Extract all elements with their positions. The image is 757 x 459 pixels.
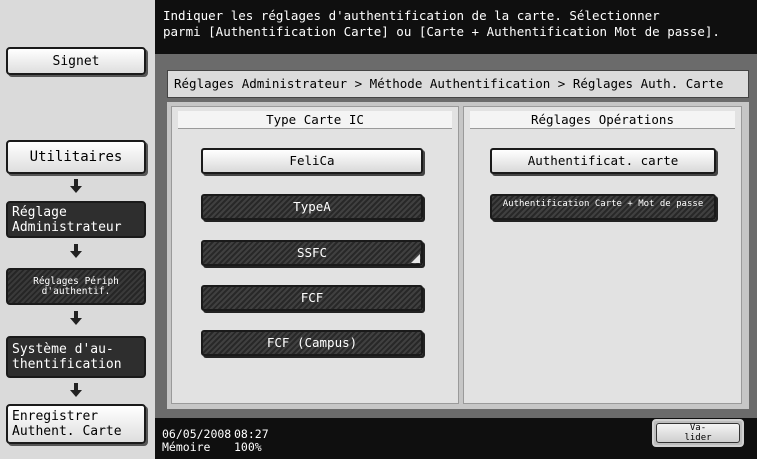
card-auth-button[interactable]: Authentificat. carte xyxy=(490,148,716,174)
card-password-auth-label: Authentification Carte + Mot de passe xyxy=(502,199,704,209)
arrow-down-icon xyxy=(70,383,82,397)
memory-label: Mémoire xyxy=(162,440,211,454)
card-password-auth-button[interactable]: Authentification Carte + Mot de passe xyxy=(490,194,716,220)
card-type-typea-label: TypeA xyxy=(293,199,331,214)
utilities-label: Utilitaires xyxy=(29,148,123,165)
validate-label-line2: lider xyxy=(684,433,712,443)
card-type-felica-button[interactable]: FeliCa xyxy=(201,148,423,174)
bookmark-button[interactable]: Signet xyxy=(6,47,146,75)
card-type-typea-button[interactable]: TypeA xyxy=(201,194,423,220)
validate-button-face: Va- lider xyxy=(656,423,740,443)
card-type-fcf-campus-label: FCF (Campus) xyxy=(266,335,358,350)
message-bar: Indiquer les réglages d'authentification… xyxy=(155,0,757,54)
card-type-fcf-button[interactable]: FCF xyxy=(201,285,423,311)
nav-admin-settings-label: Réglage Administrateur xyxy=(12,204,122,235)
bookmark-label: Signet xyxy=(52,53,100,69)
breadcrumb: Réglages Administrateur > Méthode Authen… xyxy=(167,70,749,98)
nav-auth-system-label: Système d'au-thentification xyxy=(12,342,122,372)
card-type-fcf-label: FCF xyxy=(300,290,324,305)
card-auth-label: Authentificat. carte xyxy=(527,153,679,168)
card-type-felica-label: FeliCa xyxy=(289,153,335,168)
operations-settings-title: Réglages Opérations xyxy=(470,111,735,129)
arrow-down-icon xyxy=(70,311,82,325)
status-info: 06/05/2008 08:27 Mémoire 100% xyxy=(162,428,269,454)
memory-value: 100% xyxy=(234,440,262,454)
ic-card-type-title: Type Carte IC xyxy=(178,111,452,129)
expand-corner-icon xyxy=(411,254,420,263)
validate-label-line1: Va- xyxy=(689,423,707,433)
nav-auth-system-button[interactable]: Système d'au-thentification xyxy=(6,336,146,378)
arrow-down-icon xyxy=(70,179,82,193)
card-type-fcf-campus-button[interactable]: FCF (Campus) xyxy=(201,330,423,356)
arrow-down-icon xyxy=(70,244,82,258)
nav-register-card-button[interactable]: Enregistrer Authent. Carte xyxy=(6,404,146,444)
validate-button[interactable]: Va- lider xyxy=(652,419,744,447)
nav-auth-device-label: Réglages Périph d'authentif. xyxy=(33,275,119,297)
utilities-button[interactable]: Utilitaires xyxy=(6,140,146,174)
message-line-1: Indiquer les réglages d'authentification… xyxy=(163,8,660,23)
nav-auth-device-button[interactable]: Réglages Périph d'authentif. xyxy=(6,268,146,305)
message-line-2: parmi [Authentification Carte] ou [Carte… xyxy=(163,24,720,39)
card-type-ssfc-button[interactable]: SSFC xyxy=(201,240,423,266)
nav-admin-settings-button[interactable]: Réglage Administrateur xyxy=(6,201,146,238)
nav-register-card-label: Enregistrer Authent. Carte xyxy=(12,409,122,439)
card-type-ssfc-label: SSFC xyxy=(296,245,328,260)
